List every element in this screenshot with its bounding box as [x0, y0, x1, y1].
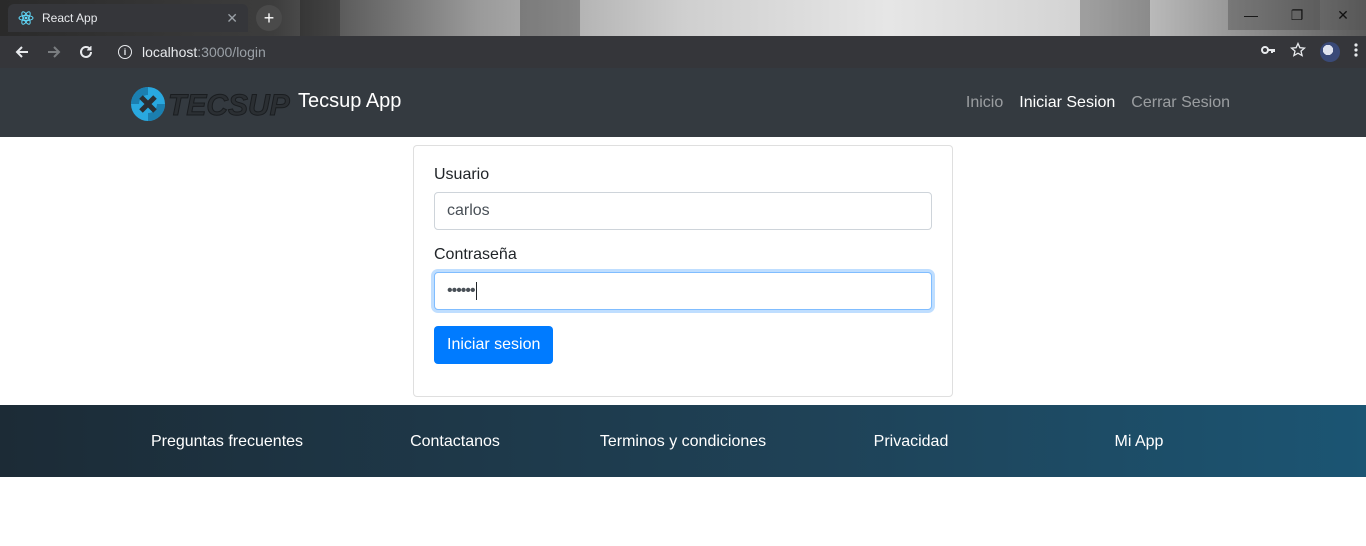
password-value: ••••••: [447, 282, 476, 299]
logo-wordmark: TECSUP: [168, 89, 291, 122]
username-value: carlos: [447, 202, 490, 219]
tecsup-logo[interactable]: TECSUP: [128, 84, 298, 124]
menu-dots-icon[interactable]: [1354, 42, 1358, 63]
browser-titlebar: React App ✕ + — ❐ ✕: [0, 0, 1366, 36]
login-submit-button[interactable]: Iniciar sesion: [434, 326, 554, 364]
wallpaper-streak: [520, 0, 580, 36]
window-minimize-button[interactable]: —: [1228, 0, 1274, 30]
key-icon[interactable]: [1260, 42, 1276, 63]
wallpaper-streak: [300, 0, 340, 36]
nav-link-cerrar-sesion[interactable]: Cerrar Sesion: [1131, 94, 1230, 112]
window-close-button[interactable]: ✕: [1320, 0, 1366, 30]
password-label: Contraseña: [434, 246, 517, 263]
username-label: Usuario: [434, 166, 490, 183]
toolbar-actions: [1260, 36, 1358, 68]
wallpaper-streak: [1080, 0, 1150, 36]
app-navbar: TECSUP Tecsup App Inicio Iniciar Sesion …: [0, 68, 1366, 137]
tab-close-icon[interactable]: ✕: [226, 10, 238, 27]
tab-title: React App: [42, 11, 98, 25]
react-icon: [18, 10, 34, 26]
address-host: localhost: [142, 44, 198, 60]
nav-link-inicio[interactable]: Inicio: [966, 94, 1003, 112]
login-card: Usuario carlos Contraseña •••••• Iniciar…: [413, 145, 953, 397]
username-group: Usuario carlos: [434, 166, 932, 230]
nav-links: Inicio Iniciar Sesion Cerrar Sesion: [966, 94, 1230, 112]
brand-title[interactable]: Tecsup App: [298, 90, 401, 113]
footer-link-terms[interactable]: Terminos y condiciones: [569, 433, 797, 451]
footer-link-my-app[interactable]: Mi App: [1025, 433, 1253, 451]
footer-link-contact[interactable]: Contactanos: [341, 433, 569, 451]
nav-link-iniciar-sesion[interactable]: Iniciar Sesion: [1019, 94, 1115, 112]
address-path: :3000/login: [197, 44, 266, 60]
app-footer: Preguntas frecuentes Contactanos Termino…: [0, 405, 1366, 477]
profile-avatar[interactable]: [1320, 42, 1340, 62]
footer-link-faq[interactable]: Preguntas frecuentes: [113, 433, 341, 451]
footer-link-privacy[interactable]: Privacidad: [797, 433, 1025, 451]
username-input[interactable]: carlos: [434, 192, 932, 230]
window-maximize-button[interactable]: ❐: [1274, 0, 1320, 30]
site-info-icon[interactable]: i: [118, 45, 132, 59]
bookmark-star-icon[interactable]: [1289, 41, 1307, 63]
reload-icon[interactable]: [70, 36, 102, 68]
forward-arrow-icon[interactable]: [38, 36, 70, 68]
browser-toolbar: i localhost :3000/login: [0, 36, 1366, 68]
password-input[interactable]: ••••••: [434, 272, 932, 310]
new-tab-button[interactable]: +: [256, 5, 282, 31]
password-group: Contraseña ••••••: [434, 246, 932, 310]
address-bar[interactable]: i localhost :3000/login: [112, 39, 1292, 65]
text-caret: [475, 282, 477, 300]
back-arrow-icon[interactable]: [6, 36, 38, 68]
browser-tab[interactable]: React App ✕: [8, 4, 248, 32]
